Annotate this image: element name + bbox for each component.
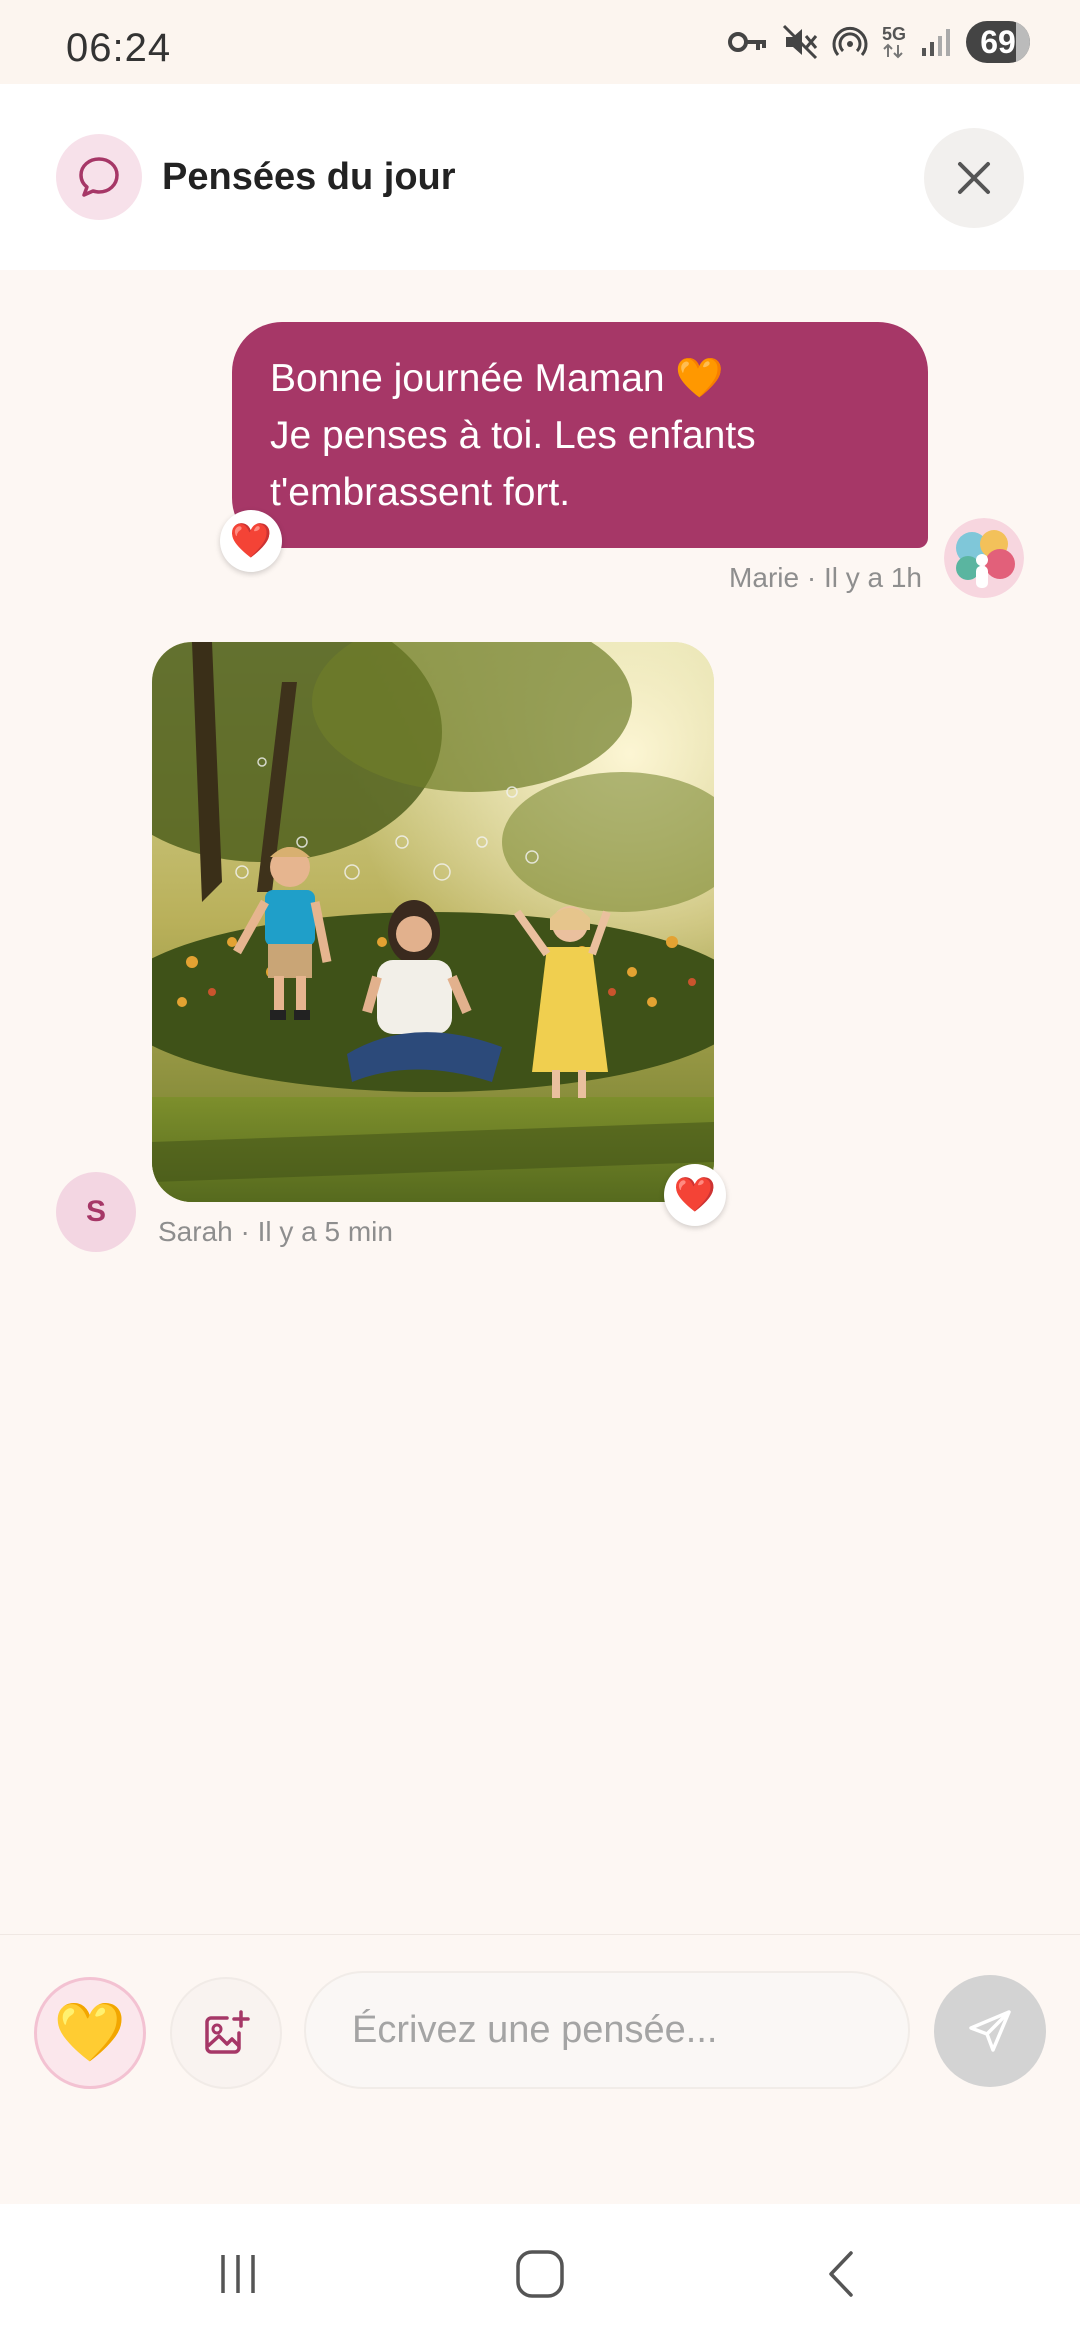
avatar-initial: S <box>85 1195 106 1228</box>
battery-level: 69 <box>980 23 1016 60</box>
header: Pensées du jour <box>0 84 1080 270</box>
home-button[interactable] <box>500 2234 580 2314</box>
avatar-sarah[interactable]: S <box>56 1172 136 1252</box>
status-time: 06:24 <box>66 26 172 70</box>
network-5g-icon: 5G <box>882 25 906 59</box>
avatar-marie[interactable] <box>944 518 1024 598</box>
home-icon <box>516 2250 564 2298</box>
vpn-key-icon <box>727 28 768 56</box>
close-button[interactable] <box>924 128 1024 228</box>
send-button[interactable] <box>934 1975 1046 2087</box>
reaction-heart-badge[interactable]: ❤️ <box>220 510 282 572</box>
reaction-heart-badge[interactable]: ❤️ <box>664 1164 726 1226</box>
message-meta-marie: Marie · Il y a 1h <box>729 562 922 593</box>
page-title: Pensées du jour <box>162 156 456 198</box>
mute-icon <box>782 24 818 60</box>
back-button[interactable] <box>802 2234 882 2314</box>
photo-children-mother-bubbles <box>152 642 714 1202</box>
message-photo[interactable] <box>152 642 714 1202</box>
back-icon <box>829 2251 853 2297</box>
message-meta-sarah: Sarah · Il y a 5 min <box>158 1216 393 1247</box>
network-label: 5G <box>881 24 906 44</box>
battery-icon: 69 <box>966 21 1030 63</box>
thought-input[interactable] <box>304 1971 910 2089</box>
yellow-heart-icon: 💛 <box>53 2000 127 2065</box>
system-nav-bar <box>0 2204 1080 2340</box>
recent-apps-button[interactable] <box>198 2234 278 2314</box>
recent-apps-icon <box>221 2255 255 2293</box>
add-image-icon <box>205 2010 250 2054</box>
heart-button[interactable]: 💛 <box>34 1977 146 2089</box>
status-bar: 06:24 5G 69 <box>0 0 1080 84</box>
message-bubble-marie[interactable]: Bonne journée Maman 🧡 Je penses à toi. L… <box>232 322 928 548</box>
message-line: Bonne journée Maman 🧡 <box>270 357 724 400</box>
hotspot-icon <box>832 24 868 60</box>
message-line: Je penses à toi. Les enfants <box>270 414 756 457</box>
send-icon <box>969 2010 1011 2052</box>
status-icons: 5G 69 <box>727 20 1030 64</box>
close-icon <box>958 162 990 194</box>
add-image-button[interactable] <box>170 1977 282 2089</box>
message-line: t'embrassent fort. <box>270 471 571 514</box>
composer: 💛 <box>0 1934 1080 2204</box>
heart-icon: ❤️ <box>229 522 273 560</box>
chat-bubble-icon <box>56 134 142 220</box>
signal-icon <box>920 26 952 58</box>
heart-icon: ❤️ <box>673 1176 717 1214</box>
